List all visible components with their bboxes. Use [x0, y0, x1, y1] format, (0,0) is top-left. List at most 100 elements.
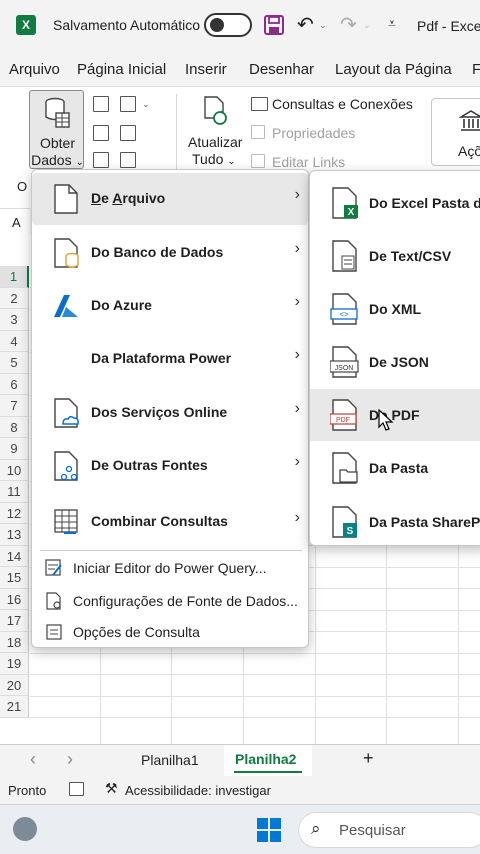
editar-links-button[interactable]: Editar Links — [272, 154, 345, 170]
tab-inserir[interactable]: Inserir — [185, 61, 227, 78]
ribbon-tabs: Arquivo Página Inicial Inserir Desenhar … — [0, 55, 480, 85]
recent-sources-dropdown-icon[interactable]: ⌄ — [142, 99, 150, 110]
row-gridline — [30, 695, 480, 697]
acoes-label: Açõ — [458, 143, 480, 159]
pdf-icon: PDF — [330, 399, 357, 431]
from-text-icon[interactable] — [93, 96, 109, 112]
submenu-do-pdf-label: Do PDF — [369, 407, 420, 423]
row-header[interactable]: 13 — [0, 524, 29, 546]
sheet-tab-planilha1[interactable]: Planilha1 — [141, 752, 199, 768]
row-header[interactable]: 20 — [0, 674, 29, 696]
row-header[interactable]: 2 — [0, 287, 29, 309]
row-header[interactable]: 9 — [0, 438, 29, 460]
menu-da-plataforma-power[interactable]: Da Plataforma Power › — [32, 333, 308, 385]
submenu-de-json[interactable]: JSON De JSON — [310, 336, 480, 388]
menu-de-arquivo[interactable]: De Arquivo › — [32, 173, 308, 225]
row-header[interactable]: 1 — [0, 266, 29, 288]
row-header[interactable]: 3 — [0, 309, 29, 331]
row-gridline — [30, 652, 480, 654]
submenu-de-text-csv[interactable]: De Text/CSV — [310, 230, 480, 282]
autosave-toggle[interactable] — [204, 13, 252, 37]
menu-de-outras-fontes[interactable]: De Outras Fontes › — [32, 440, 308, 492]
chevron-right-icon: › — [294, 293, 300, 310]
svg-text:<>: <> — [339, 310, 349, 319]
de-arquivo-submenu: X Do Excel Pasta de De Text/CSV <> Do XM… — [309, 170, 480, 546]
from-web-icon[interactable] — [120, 96, 136, 112]
accessibility-status[interactable]: Acessibilidade: investigar — [125, 783, 271, 798]
submenu-do-pdf[interactable]: PDF Do PDF — [310, 389, 480, 441]
submenu-da-pasta-sharepoint[interactable]: S Da Pasta SharePoi — [310, 496, 480, 548]
sheet-tab-planilha2[interactable]: Planilha2 — [224, 745, 312, 776]
menu-do-azure[interactable]: Do Azure › — [32, 280, 308, 332]
ribbon-group-label: O — [17, 179, 28, 194]
consultas-conexoes-button[interactable]: Consultas e Conexões — [272, 96, 413, 112]
row-header[interactable]: 10 — [0, 459, 29, 481]
tab-arquivo[interactable]: Arquivo — [9, 61, 60, 78]
obter-dados-label-1: Obter — [39, 135, 75, 151]
refresh-icon — [204, 96, 227, 125]
redo-icon[interactable]: ↷ — [340, 14, 357, 36]
row-header[interactable]: 14 — [0, 545, 29, 567]
name-box[interactable]: A — [0, 208, 30, 234]
existing-connections-icon[interactable] — [120, 152, 136, 168]
widgets-icon[interactable] — [13, 817, 37, 841]
menu-iniciar-editor-power-query[interactable]: Iniciar Editor do Power Query... — [32, 553, 308, 583]
menu-do-banco-de-dados[interactable]: Do Banco de Dados › — [32, 227, 308, 279]
row-header[interactable]: 16 — [0, 588, 29, 610]
submenu-do-excel[interactable]: X Do Excel Pasta de — [310, 177, 480, 229]
acoes-button[interactable]: Açõ — [431, 98, 480, 166]
save-icon[interactable] — [263, 14, 285, 36]
row-header[interactable]: 7 — [0, 395, 29, 417]
from-range-icon[interactable] — [93, 152, 109, 168]
chevron-right-icon: › — [294, 453, 300, 470]
submenu-de-text-csv-label: De Text/CSV — [369, 248, 452, 264]
row-header[interactable]: 4 — [0, 330, 29, 352]
undo-icon[interactable]: ↶ — [297, 14, 314, 36]
undo-dropdown-icon[interactable]: ⌄ — [319, 20, 327, 31]
menu-combinar-consultas-label: Combinar Consultas — [91, 513, 228, 529]
menu-de-outras-fontes-label: De Outras Fontes — [91, 457, 208, 473]
row-header[interactable]: 5 — [0, 352, 29, 374]
taskbar-search[interactable]: ⌕ Pesquisar — [298, 812, 480, 848]
row-header[interactable]: 18 — [0, 631, 29, 653]
atualizar-tudo-button[interactable]: Atualizar Tudo ⌄ — [185, 96, 243, 170]
macro-record-icon[interactable] — [69, 782, 84, 796]
tab-next-icon[interactable]: › — [67, 749, 73, 770]
atualizar-label-1: Atualizar — [188, 134, 243, 150]
add-sheet-button[interactable]: + — [363, 748, 374, 769]
menu-do-azure-label: Do Azure — [91, 297, 152, 313]
row-header[interactable]: 6 — [0, 373, 29, 395]
row-header[interactable]: 21 — [0, 696, 29, 718]
menu-opcoes-de-consulta[interactable]: Opções de Consulta — [32, 617, 308, 647]
row-header[interactable]: 8 — [0, 416, 29, 438]
tab-prev-icon[interactable]: ‹ — [30, 749, 36, 770]
row-header[interactable]: 12 — [0, 502, 29, 524]
recent-sources-icon[interactable] — [120, 125, 136, 141]
menu-da-plataforma-power-label: Da Plataforma Power — [91, 350, 232, 366]
xml-icon: <> — [330, 293, 358, 325]
tab-formulas[interactable]: F — [472, 61, 480, 78]
customize-quick-access-icon[interactable]: ⩡ — [388, 15, 396, 32]
windows-start-icon[interactable] — [256, 817, 282, 843]
tab-layout-da-pagina[interactable]: Layout da Página — [335, 61, 452, 78]
tab-pagina-inicial[interactable]: Página Inicial — [77, 61, 166, 78]
row-header[interactable]: 11 — [0, 481, 29, 503]
obter-dados-button[interactable]: Obter Dados ⌄ — [29, 90, 84, 169]
submenu-do-xml[interactable]: <> Do XML — [310, 283, 480, 335]
tab-desenhar[interactable]: Desenhar — [249, 61, 314, 78]
menu-opcoes-label: Opções de Consulta — [73, 624, 200, 640]
accessibility-icon[interactable]: ⚒ — [105, 780, 118, 797]
propriedades-button[interactable]: Propriedades — [272, 125, 355, 141]
document-title: Pdf - Exce — [417, 18, 480, 34]
submenu-da-pasta[interactable]: Da Pasta — [310, 442, 480, 494]
from-table-icon[interactable] — [93, 125, 109, 141]
row-header[interactable]: 19 — [0, 653, 29, 675]
search-placeholder: Pesquisar — [339, 822, 406, 839]
menu-combinar-consultas[interactable]: Combinar Consultas › — [32, 496, 308, 548]
row-header[interactable]: 15 — [0, 567, 29, 589]
row-header[interactable]: 17 — [0, 610, 29, 632]
menu-dos-servicos-online[interactable]: Dos Serviços Online › — [32, 387, 308, 439]
redo-dropdown-icon[interactable]: ⌄ — [363, 20, 371, 31]
text-csv-icon — [332, 240, 357, 272]
menu-configuracoes-fonte-dados[interactable]: Configurações de Fonte de Dados... — [32, 586, 308, 616]
